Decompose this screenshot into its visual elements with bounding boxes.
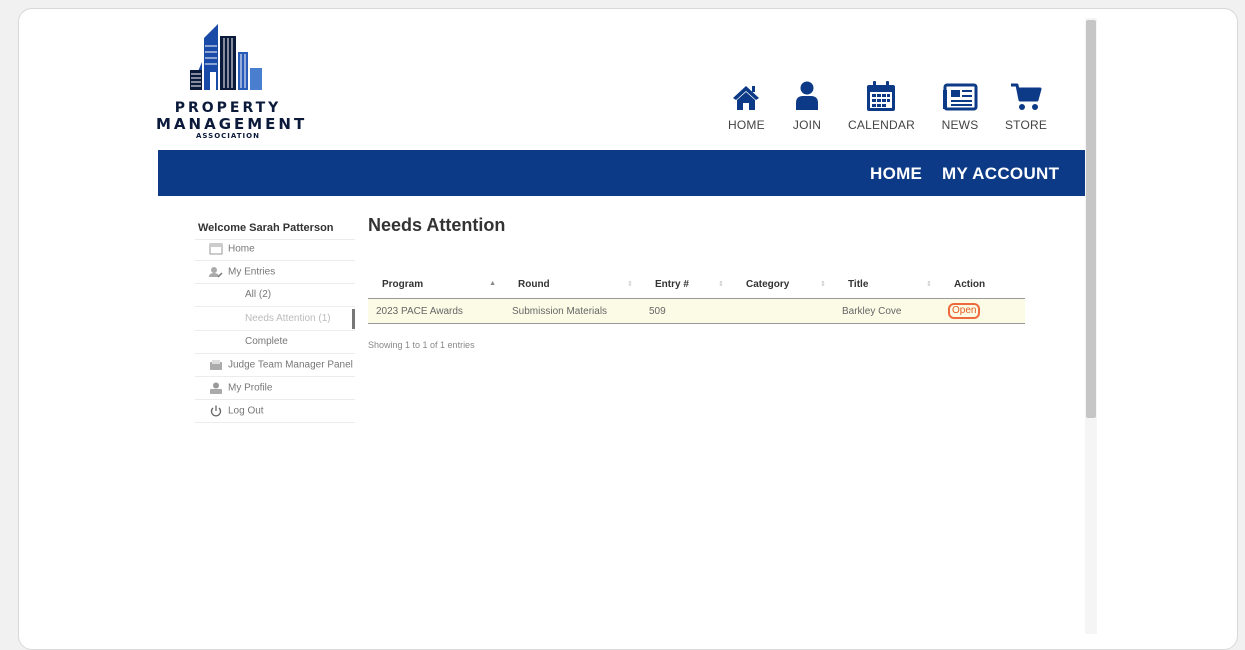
cart-icon bbox=[1011, 83, 1042, 110]
table-info: Showing 1 to 1 of 1 entries bbox=[368, 340, 475, 350]
page-icon bbox=[209, 243, 223, 255]
sidebar-item-my-profile[interactable]: My Profile bbox=[209, 382, 272, 394]
column-header-title[interactable]: Title ⇕ bbox=[834, 271, 940, 299]
profile-icon bbox=[210, 382, 222, 394]
main-nav-my-account[interactable]: MY ACCOUNT bbox=[942, 164, 1059, 184]
entries-table: Program ▲ Round ⇕ Entry # ⇕ Category ⇕ Title… bbox=[368, 271, 1025, 324]
scrollbar-thumb[interactable] bbox=[1086, 20, 1096, 418]
column-header-action-label: Action bbox=[954, 279, 986, 290]
sidebar-divider bbox=[195, 376, 355, 377]
column-header-title-label: Title bbox=[848, 279, 869, 290]
page-scrollbar[interactable] bbox=[1085, 18, 1097, 634]
sidebar-item-all[interactable]: All (2) bbox=[245, 289, 271, 300]
table-header-row: Program ▲ Round ⇕ Entry # ⇕ Category ⇕ Title… bbox=[368, 271, 1025, 299]
active-indicator bbox=[352, 309, 355, 329]
nav-calendar-label: CALENDAR bbox=[848, 118, 915, 132]
column-header-category-label: Category bbox=[746, 279, 790, 290]
nav-calendar[interactable]: CALENDAR bbox=[848, 78, 915, 132]
logo-line-management: MANAGEMENT bbox=[156, 115, 308, 133]
column-header-round-label: Round bbox=[518, 279, 550, 290]
sidebar-item-my-entries[interactable]: My Entries bbox=[209, 266, 275, 278]
sidebar-divider bbox=[195, 422, 355, 423]
sidebar-divider bbox=[195, 353, 355, 354]
sort-icon: ⇕ bbox=[926, 281, 932, 288]
sidebar-item-all-label: All (2) bbox=[245, 289, 272, 300]
nav-news-label: NEWS bbox=[941, 118, 979, 132]
site-logo[interactable]: PROPERTY MANAGEMENT ASSOCIATION bbox=[156, 22, 308, 144]
sidebar-divider bbox=[195, 330, 355, 331]
sidebar-item-needs-attention[interactable]: Needs Attention (1) bbox=[245, 313, 331, 324]
column-header-entry-label: Entry # bbox=[655, 279, 689, 290]
cell-action: Open bbox=[940, 298, 1025, 324]
cell-title: Barkley Cove bbox=[834, 298, 940, 324]
nav-store-label: STORE bbox=[1004, 118, 1048, 132]
sidebar-item-my-entries-label: My Entries bbox=[228, 266, 276, 278]
calendar-icon bbox=[867, 81, 895, 111]
sort-asc-icon: ▲ bbox=[489, 280, 496, 287]
user-icon bbox=[796, 81, 818, 110]
nav-news[interactable]: NEWS bbox=[940, 78, 980, 132]
inbox-icon bbox=[210, 360, 222, 370]
sidebar-item-log-out[interactable]: Log Out bbox=[209, 405, 264, 417]
user-edit-icon bbox=[209, 267, 223, 278]
sidebar-item-my-profile-label: My Profile bbox=[228, 382, 273, 394]
logo-line-property: PROPERTY bbox=[174, 100, 282, 116]
column-header-program-label: Program bbox=[382, 279, 424, 290]
sidebar-item-complete[interactable]: Complete bbox=[245, 336, 288, 347]
page-title: Needs Attention bbox=[368, 215, 506, 235]
nav-home-label: HOME bbox=[728, 118, 765, 132]
column-header-entry[interactable]: Entry # ⇕ bbox=[641, 271, 732, 299]
sidebar-item-judge-panel[interactable]: Judge Team Manager Panel bbox=[209, 359, 353, 371]
sidebar-item-judge-panel-label: Judge Team Manager Panel bbox=[228, 359, 353, 371]
sort-icon: ⇕ bbox=[627, 281, 633, 288]
sidebar-divider bbox=[195, 399, 355, 400]
nav-home[interactable]: HOME bbox=[728, 78, 765, 132]
column-header-program[interactable]: Program ▲ bbox=[368, 271, 504, 299]
logo-line-association: ASSOCIATION bbox=[196, 132, 260, 140]
sidebar-item-home[interactable]: Home bbox=[209, 243, 255, 255]
sidebar-divider bbox=[195, 283, 355, 284]
column-header-category[interactable]: Category ⇕ bbox=[732, 271, 834, 299]
sidebar-item-log-out-label: Log Out bbox=[228, 405, 264, 417]
sidebar-item-needs-attention-label: Needs Attention (1) bbox=[245, 313, 331, 324]
cell-program: 2023 PACE Awards bbox=[368, 298, 504, 324]
home-icon bbox=[733, 86, 759, 110]
cell-category bbox=[732, 298, 834, 324]
building-logo-icon bbox=[190, 24, 262, 90]
power-icon bbox=[210, 405, 222, 417]
sidebar-item-home-label: Home bbox=[228, 243, 255, 255]
table-row: 2023 PACE Awards Submission Materials 50… bbox=[368, 298, 1025, 324]
sidebar-divider bbox=[195, 260, 355, 261]
main-nav-home[interactable]: HOME bbox=[870, 164, 922, 184]
main-nav-bar: HOME MY ACCOUNT bbox=[158, 150, 1085, 196]
column-header-action: Action bbox=[940, 271, 1025, 299]
sidebar-divider bbox=[195, 239, 355, 240]
column-header-round[interactable]: Round ⇕ bbox=[504, 271, 641, 299]
nav-join[interactable]: JOIN bbox=[792, 78, 822, 132]
nav-store[interactable]: STORE bbox=[1004, 78, 1048, 132]
sidebar-divider bbox=[195, 306, 355, 307]
newspaper-icon bbox=[943, 83, 978, 111]
nav-join-label: JOIN bbox=[792, 118, 822, 132]
sort-icon: ⇕ bbox=[718, 281, 724, 288]
sort-icon: ⇕ bbox=[820, 281, 826, 288]
open-entry-link[interactable]: Open bbox=[948, 303, 981, 319]
cell-entry: 509 bbox=[641, 298, 732, 324]
sidebar-item-complete-label: Complete bbox=[245, 336, 288, 347]
cell-round: Submission Materials bbox=[504, 298, 641, 324]
welcome-text: Welcome Sarah Patterson bbox=[198, 222, 334, 234]
